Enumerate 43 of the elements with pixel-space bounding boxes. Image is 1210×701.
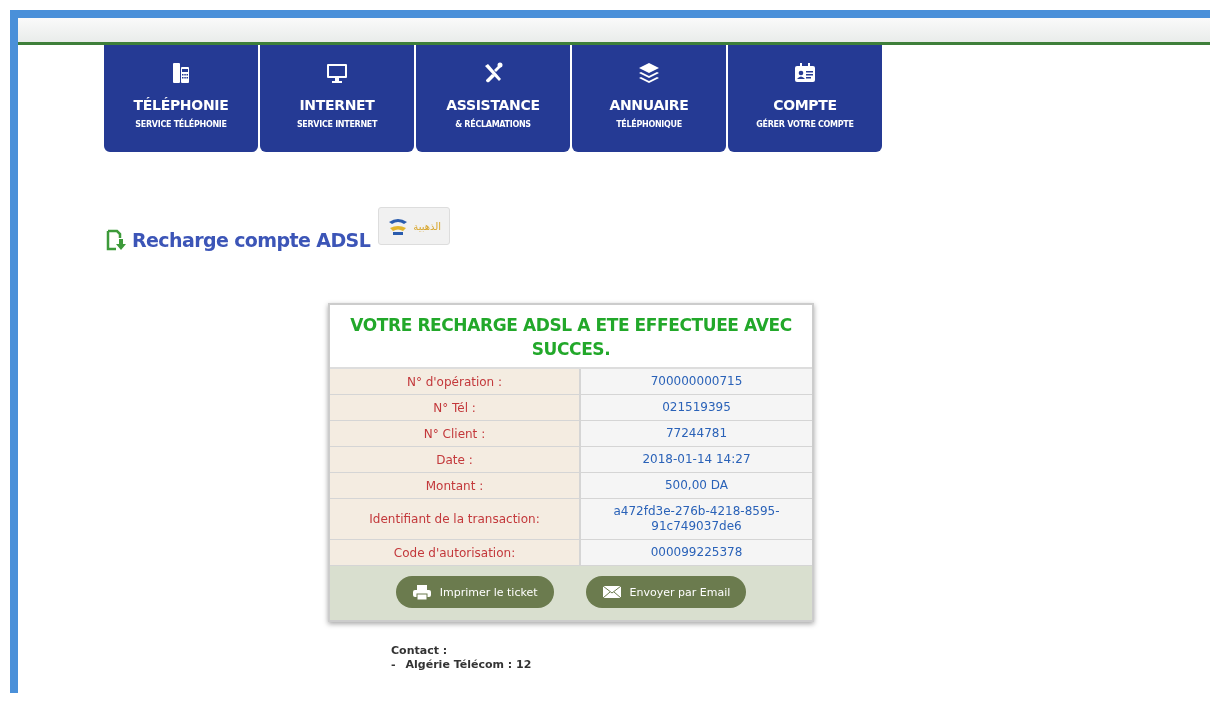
contact-title: Contact :: [391, 644, 449, 658]
printer-icon: [411, 584, 432, 600]
field-value: a472fd3e-276b-4218-8595-91c749037de6: [581, 499, 812, 539]
nav-subtitle: TÉLÉPHONIQUE: [616, 120, 682, 129]
field-value: 000099225378: [581, 540, 812, 565]
nav-title: INTERNET: [299, 97, 375, 113]
nav-tab[interactable]: ASSISTANCE & RÉCLAMATIONS: [416, 45, 570, 152]
list-dash: -: [391, 658, 396, 672]
nav-title: ANNUAIRE: [609, 97, 689, 113]
nav-tab[interactable]: ANNUAIRE TÉLÉPHONIQUE: [572, 45, 726, 152]
field-value: 2018-01-14 14:27: [581, 447, 812, 472]
layers-icon: [637, 61, 661, 85]
nav-tab[interactable]: TÉLÉPHONIE SERVICE TÉLÉPHONIE: [104, 45, 258, 152]
field-value: 700000000715: [581, 369, 812, 394]
email-button[interactable]: Envoyer par Email: [585, 576, 747, 608]
field-label: N° d'opération :: [330, 369, 581, 394]
field-label: Code d'autorisation:: [330, 540, 581, 565]
nav-subtitle: GÉRER VOTRE COMPTE: [756, 120, 854, 129]
field-label: Date :: [330, 447, 581, 472]
id-card-icon: [793, 61, 817, 85]
monitor-icon: [325, 61, 349, 85]
nav-tab[interactable]: COMPTE GÉRER VOTRE COMPTE: [728, 45, 882, 152]
field-label: N° Tél :: [330, 395, 581, 420]
download-file-icon: [106, 229, 126, 251]
print-button[interactable]: Imprimer le ticket: [395, 576, 554, 608]
logo-text: الذهبية: [413, 220, 442, 232]
nav-title: ASSISTANCE: [446, 97, 540, 113]
nav-tab[interactable]: INTERNET SERVICE INTERNET: [260, 45, 414, 152]
nav-subtitle: & RÉCLAMATIONS: [455, 120, 531, 129]
field-value: 77244781: [581, 421, 812, 446]
success-message: VOTRE RECHARGE ADSL A ETE EFFECTUEE AVEC SUCCES.: [349, 314, 793, 361]
field-value: 500,00 DA: [581, 473, 812, 498]
nav-subtitle: SERVICE TÉLÉPHONIE: [135, 120, 227, 129]
contact-item: Algérie Télécom : 12: [405, 658, 532, 672]
nav-title: COMPTE: [773, 97, 837, 113]
field-value: 021519395: [581, 395, 812, 420]
nav-subtitle: SERVICE INTERNET: [296, 120, 378, 129]
nav-title: TÉLÉPHONIE: [133, 97, 229, 113]
field-label: Montant :: [330, 473, 581, 498]
field-label: Identifiant de la transaction:: [330, 499, 581, 539]
envelope-icon: [601, 584, 622, 600]
page-heading: Recharge compte ADSL: [132, 229, 371, 251]
field-label: N° Client :: [330, 421, 581, 446]
